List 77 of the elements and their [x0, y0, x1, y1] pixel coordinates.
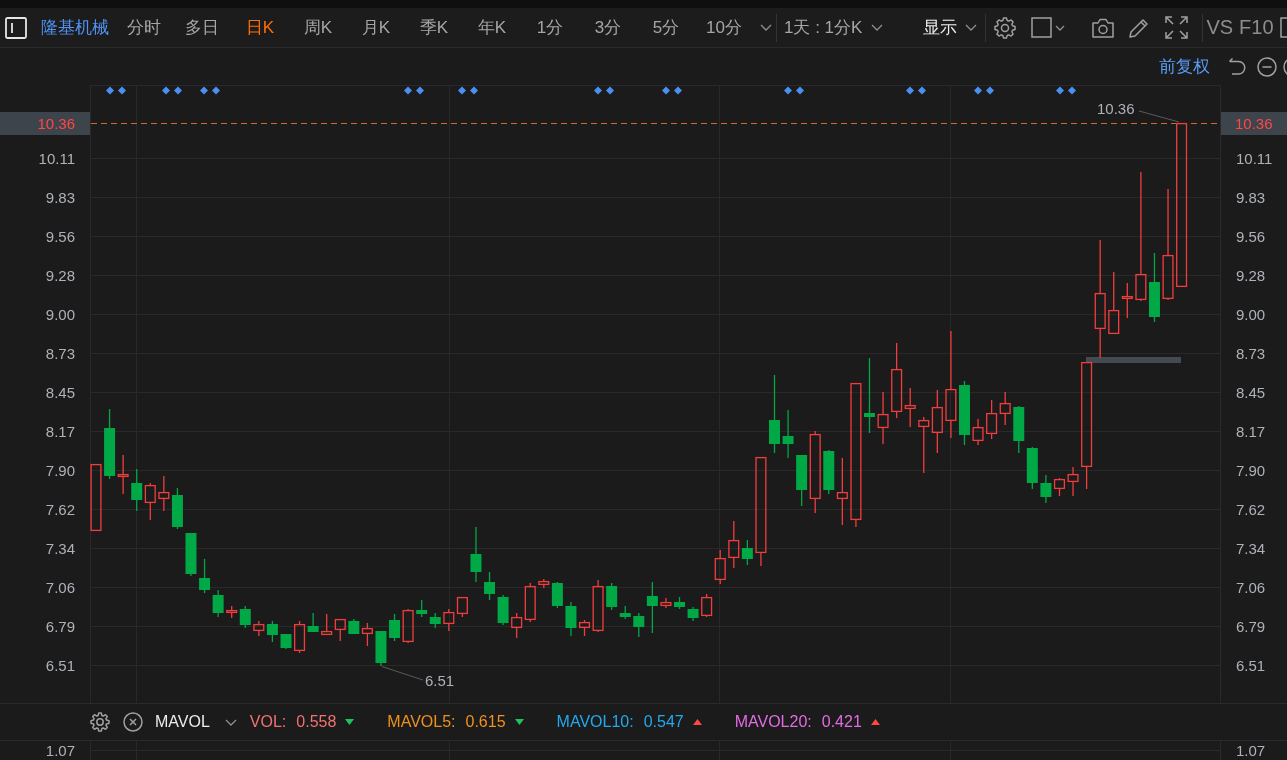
axis-label: 9.00	[1236, 305, 1266, 323]
range-dropdown[interactable]: 1天 : 1分K	[784, 13, 884, 42]
indicator-value: 0.547	[643, 713, 684, 731]
axis-label: 7.62	[45, 500, 75, 518]
axis-label: 8.45	[1236, 383, 1266, 401]
period-tab[interactable]: 10分	[695, 13, 753, 42]
zoom-out-icon[interactable]	[1257, 56, 1277, 77]
chevron-down-icon	[965, 24, 978, 31]
axis-label: 9.00	[45, 305, 75, 323]
toolbar-button[interactable]: F10	[1239, 13, 1274, 42]
period-tab[interactable]: 年K	[463, 13, 521, 42]
indicator-value: 0.615	[465, 713, 506, 731]
stock-name: 隆基机械	[41, 17, 109, 39]
price-tag: 10.36	[0, 112, 90, 135]
axis-label: 7.90	[1236, 461, 1266, 479]
axis-label: 9.28	[1236, 266, 1266, 284]
square-icon[interactable]	[1031, 17, 1053, 38]
chevron-down-icon[interactable]	[760, 24, 772, 31]
axis-label: 7.62	[1236, 500, 1266, 518]
indicator-dropdown[interactable]: MAVOL	[155, 713, 237, 731]
axis-label: 10.11	[1236, 149, 1273, 167]
axis-label: 7.34	[1236, 539, 1266, 557]
axis-label: 10.11	[38, 149, 75, 167]
axis-label: 9.83	[45, 188, 75, 206]
axis-label: 9.83	[1236, 188, 1266, 206]
camera-icon[interactable]	[1091, 17, 1116, 38]
toolbar-button[interactable]: VS	[1206, 13, 1234, 42]
axis-label: 9.28	[45, 266, 75, 284]
settings-icon[interactable]	[90, 712, 110, 732]
axis-label: 6.79	[1236, 617, 1266, 635]
chevron-down-icon[interactable]	[1055, 24, 1066, 31]
period-tab[interactable]: 3分	[579, 13, 637, 42]
period-tab[interactable]: 分时	[115, 13, 173, 42]
leader-line	[1138, 110, 1180, 123]
axis-label: 6.51	[1236, 656, 1266, 674]
settings-icon[interactable]	[994, 16, 1017, 39]
axis-label: 8.45	[45, 383, 75, 401]
indicator-label: MAVOL10:	[556, 713, 634, 731]
panel-icon[interactable]	[5, 16, 27, 39]
axis-label: 8.17	[45, 422, 75, 440]
axis-label: 8.17	[1236, 422, 1266, 440]
chevron-down-icon	[871, 24, 884, 31]
price-tag: 10.36	[1221, 112, 1287, 135]
pencil-icon[interactable]	[1128, 16, 1151, 39]
period-tab[interactable]: 5分	[637, 13, 695, 42]
period-tab[interactable]: 季K	[405, 13, 463, 42]
undo-icon[interactable]	[1228, 56, 1248, 77]
period-tab[interactable]: 周K	[289, 13, 347, 42]
axis-label: 7.06	[1236, 578, 1266, 596]
period-tab[interactable]: 月K	[347, 13, 405, 42]
indicator-value: 0.421	[821, 713, 862, 731]
axis-label: 6.79	[45, 617, 75, 635]
axis-label: 8.73	[45, 344, 75, 362]
axis-label: 1.07	[1236, 742, 1267, 759]
indicator-label: VOL:	[249, 713, 287, 731]
period-tab[interactable]: 1分	[521, 13, 579, 42]
expand-icon[interactable]	[1165, 16, 1189, 39]
axis-label: 7.34	[45, 539, 75, 557]
axis-label: 7.90	[45, 461, 75, 479]
close-icon[interactable]	[123, 712, 143, 732]
indicator-label: MAVOL20:	[734, 713, 812, 731]
period-tab[interactable]: 多日	[173, 13, 231, 42]
axis-label: 9.56	[1236, 227, 1266, 245]
indicator-label: MAVOL5:	[387, 713, 456, 731]
axis-label: 9.56	[45, 227, 75, 245]
high-price-label: 10.36	[1097, 99, 1135, 117]
axis-label: 1.07	[45, 742, 75, 759]
axis-label: 8.73	[1236, 344, 1266, 362]
chevron-down-icon	[224, 718, 237, 726]
axis-label: 7.06	[45, 578, 75, 596]
adjustment-button[interactable]: 前复权	[1159, 55, 1210, 78]
indicator-value: 0.558	[296, 713, 337, 731]
period-tab[interactable]: 日K	[231, 13, 289, 42]
axis-label: 6.51	[45, 656, 75, 674]
display-dropdown[interactable]: 显示	[923, 13, 978, 42]
low-price-label: 6.51	[425, 671, 455, 689]
leader-line	[381, 666, 424, 681]
